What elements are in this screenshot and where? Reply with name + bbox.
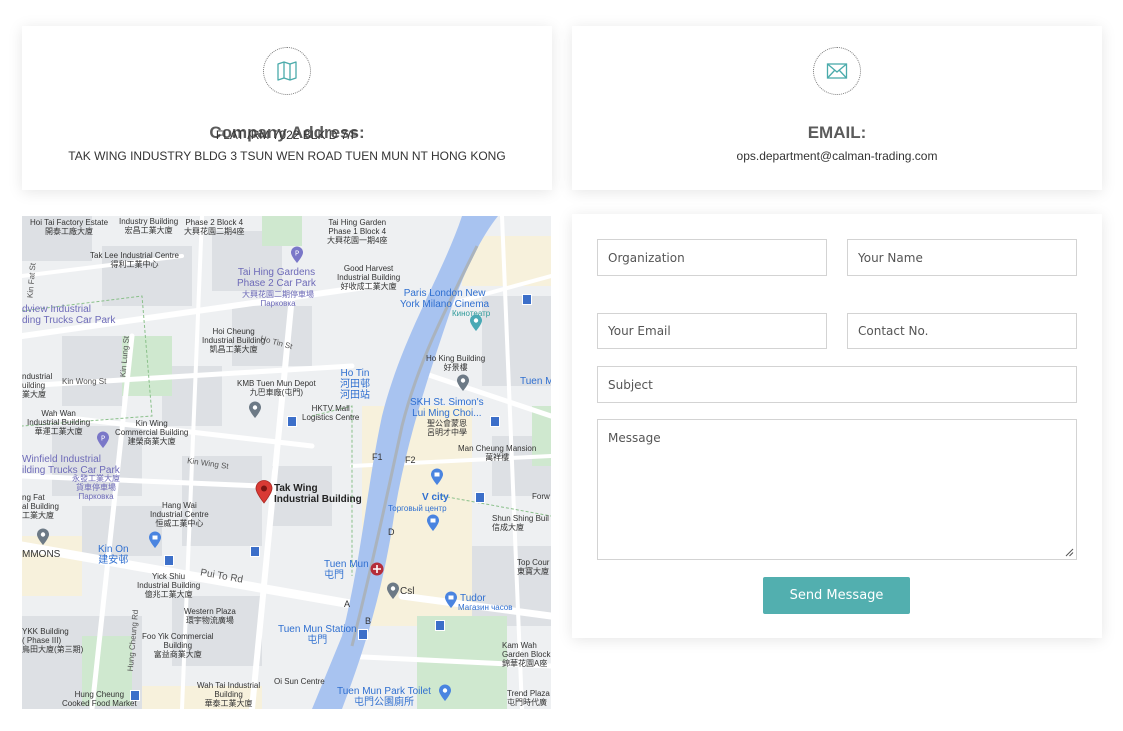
map-label: Торговый центр [388, 504, 447, 513]
address-line-1: FLAT /RM 7022 BLK D 7/F [215, 128, 359, 142]
bus-stop-icon [287, 416, 297, 427]
map-label: Tuen Mun 屯門 [324, 559, 369, 581]
map-label: HKTV Mall Logistics Centre [302, 404, 360, 422]
map-label: Kin Wing Commercial Building 建榮商業大廈 [115, 419, 189, 446]
parking-icon: P [97, 431, 109, 448]
shopping-marker-icon [149, 531, 161, 548]
map-label: 聖公會蒙恩 呂明才中學 [427, 419, 467, 437]
exit-label: D [388, 527, 395, 537]
place-marker-icon [249, 401, 261, 418]
map-label: Hung Cheung Cooked Food Market [62, 690, 137, 708]
subject-input[interactable]: Subject [597, 366, 1077, 403]
map-label: Western Plaza 環宇物流廣場 [184, 607, 236, 625]
map-label: Магазин часов [458, 603, 513, 612]
cinema-marker-icon [470, 314, 482, 331]
address-line-2: TAK WING INDUSTRY BLDG 3 TSUN WEN ROAD T… [68, 149, 506, 163]
place-marker-icon [37, 528, 49, 545]
bus-stop-icon [435, 620, 445, 631]
location-map[interactable]: Hoi Tai Factory Estate 開泰工廠大廈 Industry Bu… [22, 216, 551, 709]
organization-input[interactable]: Organization [597, 239, 827, 276]
map-label: ng Fat al Building 工業大廈 [22, 493, 59, 520]
map-label: Man Cheung Mansion 萬祥樓 [458, 444, 537, 462]
send-message-button[interactable]: Send Message [763, 577, 910, 614]
map-label: Paris London New York Milano Cinema [400, 288, 490, 310]
email-address[interactable]: ops.department@calman-trading.com [572, 149, 1102, 163]
svg-text:P: P [295, 250, 299, 258]
map-label: Hoi Tai Factory Estate 開泰工廠大廈 [30, 218, 109, 236]
name-input[interactable]: Your Name [847, 239, 1077, 276]
parking-icon: P [291, 246, 303, 263]
map-label: Ho Tin 河田邨 河田站 [340, 368, 370, 401]
exit-label: B [365, 616, 372, 626]
map-label: Hoi Cheung Industrial Building 凱昌工業大廈 [202, 327, 266, 354]
map-label: Tai Hing Garden Phase 1 Block 4 大興花園一期4座 [327, 218, 388, 245]
map-label: 大興花園二期停車場 Парковка [242, 290, 314, 308]
map-label: Tai Hing Gardens Phase 2 Car Park [237, 267, 316, 289]
map-label: Hang Wai Industrial Centre 恒威工業中心 [150, 501, 209, 528]
exit-label: F2 [405, 455, 416, 465]
email-card: EMAIL: ops.department@calman-trading.com [572, 26, 1102, 190]
map-label: Trend Plaza 屯門時代廣 [507, 689, 550, 707]
bus-stop-icon [250, 546, 260, 557]
map-label: KMB Tuen Mun Depot 九巴車廠(屯門) [237, 379, 316, 397]
resize-handle-icon[interactable] [1065, 548, 1074, 557]
map-label: V city [422, 492, 449, 503]
map-label: MMONS [22, 549, 61, 560]
map-icon [263, 47, 311, 95]
message-textarea[interactable]: Message [597, 419, 1077, 560]
map-label: Oi Sun Centre [274, 677, 325, 686]
map-label: Forw [532, 492, 550, 501]
exit-label: A [344, 599, 351, 609]
shopping-marker-icon [431, 468, 443, 485]
map-label: Tuen Mun Park Toilet 屯門公園廁所 [337, 686, 431, 708]
shopping-marker-icon [445, 591, 457, 608]
svg-text:P: P [101, 435, 105, 443]
location-pin-icon[interactable] [255, 480, 273, 504]
map-label: Yick Shiu Industrial Building 億兆工業大廈 [137, 572, 201, 599]
map-label: Tuen M [520, 376, 551, 387]
map-label: Shun Shing Buil 信成大廈 [492, 514, 549, 532]
map-label: 永發工業大廈 貨車停車場 Парковка [72, 474, 120, 501]
exit-label: F1 [372, 452, 383, 462]
place-marker-icon [457, 374, 469, 391]
map-label: Industry Building 宏昌工業大廈 [119, 217, 179, 235]
map-label: SKH St. Simon's Lui Ming Choi... [410, 397, 484, 419]
bus-stop-icon [475, 492, 485, 503]
bus-stop-icon [164, 555, 174, 566]
envelope-icon [813, 47, 861, 95]
shopping-marker-icon [427, 514, 439, 531]
contact-form: Organization Your Name Your Email Contac… [572, 214, 1102, 638]
bus-stop-icon [130, 690, 140, 701]
map-label: Wah Wan Industrial Building 華運工業大廈 [27, 409, 91, 436]
street-label: Kin Wong St [62, 377, 107, 386]
place-marker-icon [387, 582, 399, 599]
map-label: Tak Lee Industrial Centre 得利工業中心 [90, 251, 179, 269]
bus-stop-icon [490, 416, 500, 427]
map-label: Foo Yik Commercial Building 富益商業大廈 [142, 632, 214, 659]
address-card: Company Address: FLAT /RM 7022 BLK D 7/F… [22, 26, 552, 190]
toilet-marker-icon [439, 684, 451, 701]
contact-number-input[interactable]: Contact No. [847, 313, 1077, 349]
email-input[interactable]: Your Email [597, 313, 827, 349]
mtr-station-icon [370, 562, 384, 576]
map-label: ndustrial uilding 業大廈 [22, 372, 53, 399]
map-label: Good Harvest Industrial Building 好收成工業大廈 [337, 264, 401, 291]
map-label: Kin On 建安邨 [98, 544, 129, 566]
pin-label: Tak Wing Industrial Building [274, 483, 362, 505]
map-label: Winfield Industrial ilding Trucks Car Par… [22, 454, 120, 476]
map-label: Ho King Building 好景樓 [426, 354, 486, 372]
map-label: Kam WahGarden Block A錦華花園A座 [502, 641, 551, 668]
map-label: Csl [400, 586, 415, 597]
map-label: Tuen Mun Station 屯門 [278, 624, 357, 646]
map-label: Phase 2 Block 4 大興花園二期4座 [184, 218, 245, 236]
map-label: Wah Tai Industrial Building 華泰工業大廈 [197, 681, 261, 708]
map-label: dview Industrial ding Trucks Car Park [22, 304, 116, 326]
message-placeholder: Message [608, 431, 661, 445]
map-label: Top Cour 東寶大廈 [517, 558, 550, 576]
map-label: YKK Building( Phase III) 鳥田大廈(第三期) [22, 627, 84, 654]
email-title: EMAIL: [807, 123, 867, 142]
bus-stop-icon [358, 629, 368, 640]
bus-stop-icon [522, 294, 532, 305]
